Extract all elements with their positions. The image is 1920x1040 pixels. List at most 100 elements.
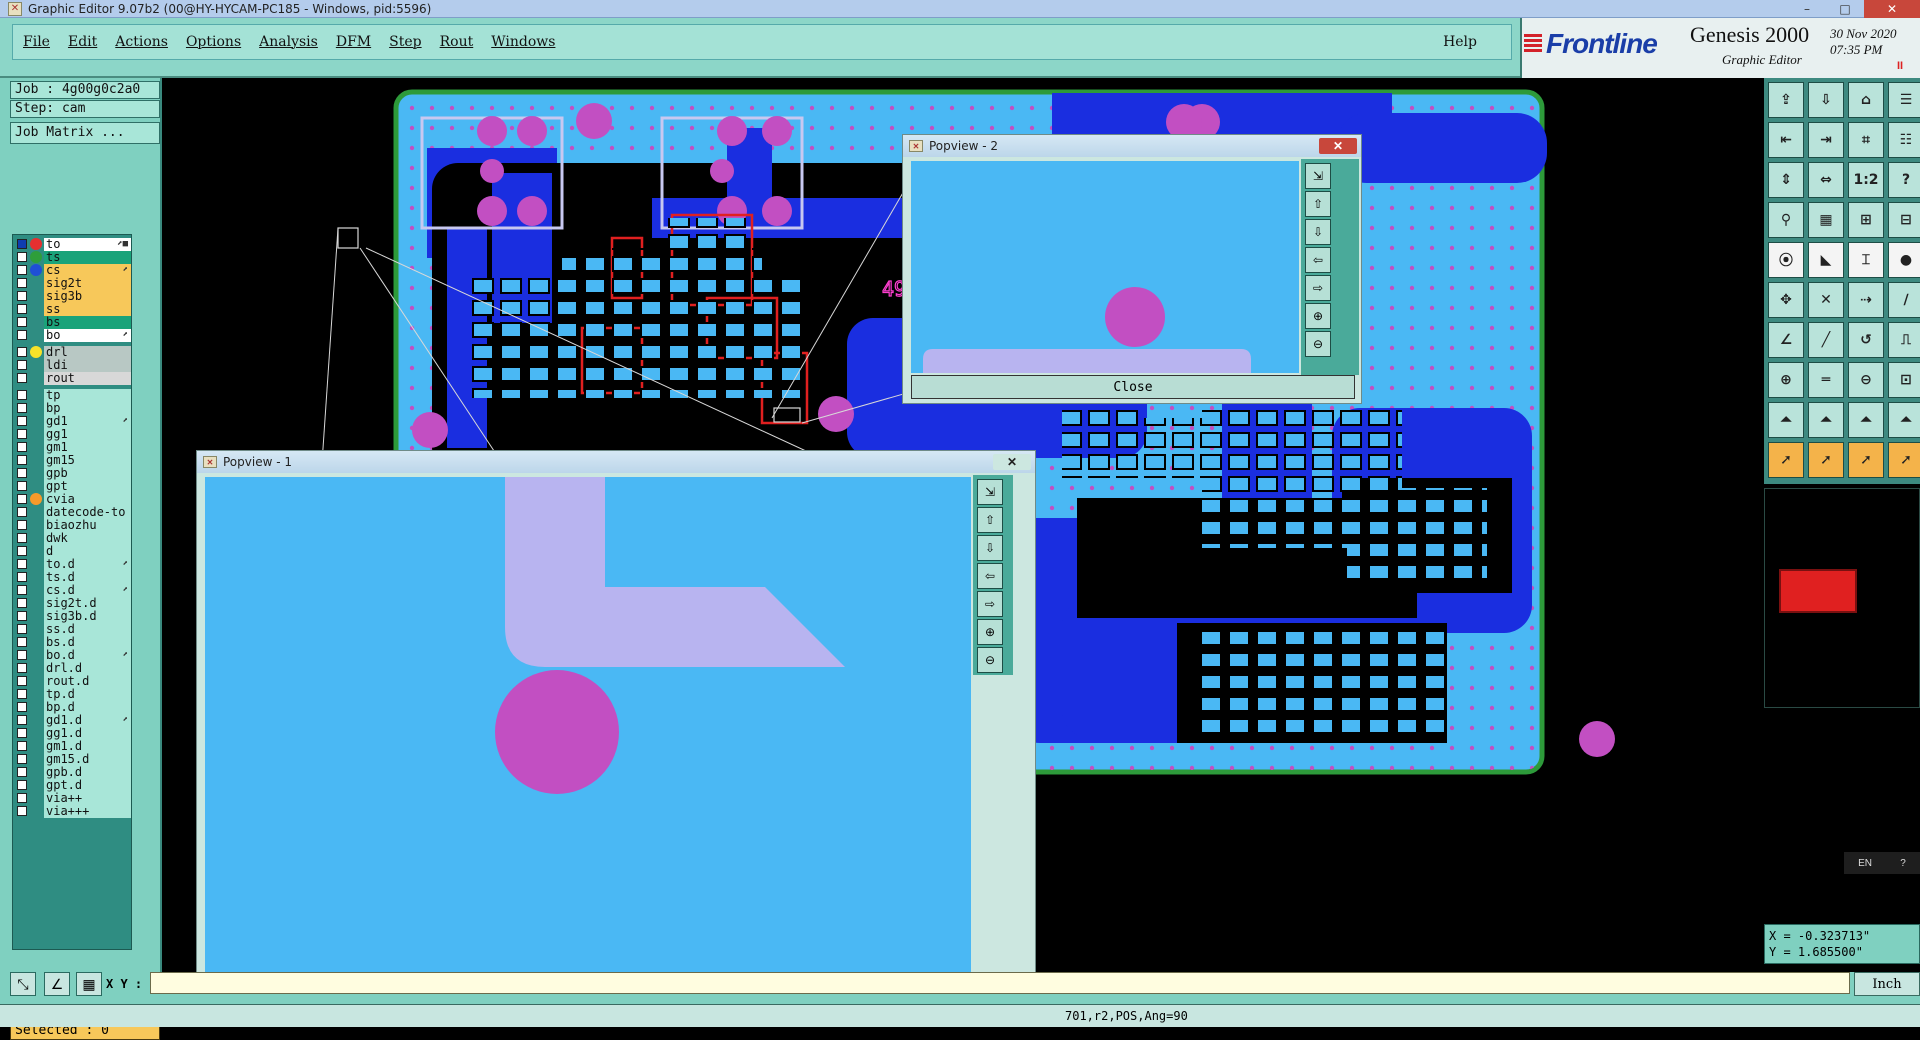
layer-checkbox[interactable]: [17, 416, 27, 426]
layer-color-dot[interactable]: [30, 727, 42, 739]
layer-color-dot[interactable]: [30, 238, 42, 250]
layer-color-dot[interactable]: [30, 753, 42, 765]
menu-edit[interactable]: Edit: [68, 34, 97, 50]
layer-row-biaozhu[interactable]: biaozhu: [15, 518, 131, 532]
tool-icon-33[interactable]: ⏶: [1768, 402, 1804, 438]
layer-checkbox[interactable]: [17, 715, 27, 725]
popview-1-pan-right-icon[interactable]: ⇨: [977, 591, 1003, 617]
job-matrix-button[interactable]: Job Matrix ...: [10, 122, 160, 144]
tool-icon-23[interactable]: ⇢: [1848, 282, 1884, 318]
layer-color-dot[interactable]: [30, 805, 42, 817]
layer-color-dot[interactable]: [30, 493, 42, 505]
layer-checkbox[interactable]: [17, 585, 27, 595]
tool-icon-6[interactable]: ⇥: [1808, 122, 1844, 158]
help-icon[interactable]: ?: [1900, 858, 1906, 869]
menu-options[interactable]: Options: [186, 34, 241, 50]
tool-icon-17[interactable]: ⦿: [1768, 242, 1804, 278]
tool-icon-30[interactable]: ═: [1808, 362, 1844, 398]
tool-icon-21[interactable]: ✥: [1768, 282, 1804, 318]
layer-color-dot[interactable]: [30, 571, 42, 583]
popview-1-close-icon[interactable]: ✕: [993, 454, 1031, 470]
layer-color-dot[interactable]: [30, 766, 42, 778]
layer-row-ts[interactable]: ts: [15, 250, 131, 264]
layer-color-dot[interactable]: [30, 675, 42, 687]
layer-checkbox[interactable]: [17, 741, 27, 751]
layer-checkbox[interactable]: [17, 637, 27, 647]
maximize-button[interactable]: □: [1826, 0, 1864, 18]
tool-icon-32[interactable]: ⊡: [1888, 362, 1920, 398]
layer-checkbox[interactable]: [17, 793, 27, 803]
menu-help[interactable]: Help: [1443, 34, 1477, 50]
xy-input[interactable]: [150, 972, 1850, 994]
layer-color-dot[interactable]: [30, 372, 42, 384]
tool-icon-34[interactable]: ⏶: [1808, 402, 1844, 438]
layer-checkbox[interactable]: [17, 429, 27, 439]
popview-2-titlebar[interactable]: ✕ Popview - 2 ✕: [903, 135, 1361, 157]
layer-checkbox[interactable]: [17, 481, 27, 491]
layer-color-dot[interactable]: [30, 264, 42, 276]
layer-checkbox[interactable]: [17, 304, 27, 314]
layer-checkbox[interactable]: [17, 624, 27, 634]
popview-1-zoom-out-icon[interactable]: ⊖: [977, 647, 1003, 673]
layer-checkbox[interactable]: [17, 533, 27, 543]
layer-color-dot[interactable]: [30, 277, 42, 289]
layer-checkbox[interactable]: [17, 611, 27, 621]
layer-color-dot[interactable]: [30, 428, 42, 440]
tool-icon-11[interactable]: 1:2: [1848, 162, 1884, 198]
layer-color-dot[interactable]: [30, 688, 42, 700]
menu-file[interactable]: File: [23, 34, 50, 50]
layer-checkbox[interactable]: [17, 598, 27, 608]
popview-1-zoom-in-icon[interactable]: ⊕: [977, 619, 1003, 645]
tool-icon-29[interactable]: ⊕: [1768, 362, 1804, 398]
layer-checkbox[interactable]: [17, 291, 27, 301]
layer-checkbox[interactable]: [17, 360, 27, 370]
layer-checkbox[interactable]: [17, 767, 27, 777]
layer-row-gm15[interactable]: gm15: [15, 453, 131, 467]
layer-color-dot[interactable]: [30, 519, 42, 531]
grid-icon[interactable]: ▦: [76, 972, 102, 996]
language-bar[interactable]: EN ?: [1844, 852, 1920, 874]
close-window-button[interactable]: ✕: [1864, 0, 1920, 18]
tool-icon-4[interactable]: ☰: [1888, 82, 1920, 118]
layer-color-dot[interactable]: [30, 441, 42, 453]
popview-1-pan-up-icon[interactable]: ⇧: [977, 507, 1003, 533]
angle-icon[interactable]: ∠: [44, 972, 70, 996]
popview-2-pan-down-icon[interactable]: ⇩: [1305, 219, 1331, 245]
layer-checkbox[interactable]: [17, 442, 27, 452]
layer-color-dot[interactable]: [30, 701, 42, 713]
tool-icon-7[interactable]: ⌗: [1848, 122, 1884, 158]
tool-icon-20[interactable]: ●: [1888, 242, 1920, 278]
layer-color-dot[interactable]: [30, 454, 42, 466]
layer-color-dot[interactable]: [30, 251, 42, 263]
layer-row-bs[interactable]: bs: [15, 315, 131, 329]
tool-icon-39[interactable]: ➚: [1848, 442, 1884, 478]
popview-1-pan-down-icon[interactable]: ⇩: [977, 535, 1003, 561]
layer-color-dot[interactable]: [30, 779, 42, 791]
tool-icon-25[interactable]: ∠: [1768, 322, 1804, 358]
menu-rout[interactable]: Rout: [440, 34, 474, 50]
layer-checkbox[interactable]: [17, 559, 27, 569]
layer-row-drl[interactable]: drl: [15, 345, 131, 359]
layer-checkbox[interactable]: [17, 347, 27, 357]
popview-2-zoom-out-icon[interactable]: ⊖: [1305, 331, 1331, 357]
layer-checkbox[interactable]: [17, 507, 27, 517]
layer-color-dot[interactable]: [30, 558, 42, 570]
tool-icon-28[interactable]: ⎍: [1888, 322, 1920, 358]
layer-checkbox[interactable]: [17, 676, 27, 686]
tool-icon-19[interactable]: ⌶: [1848, 242, 1884, 278]
popview-2-pan-left-icon[interactable]: ⇦: [1305, 247, 1331, 273]
layer-color-dot[interactable]: [30, 480, 42, 492]
tool-icon-38[interactable]: ➚: [1808, 442, 1844, 478]
layer-color-dot[interactable]: [30, 740, 42, 752]
layer-color-dot[interactable]: [30, 649, 42, 661]
layer-row-gg1[interactable]: gg1: [15, 427, 131, 441]
units-selector[interactable]: Inch: [1854, 972, 1920, 996]
popview-2-close-button[interactable]: Close: [911, 375, 1355, 399]
tool-icon-12[interactable]: ?: [1888, 162, 1920, 198]
layer-color-dot[interactable]: [30, 389, 42, 401]
layer-checkbox[interactable]: [17, 689, 27, 699]
popview-2-pan-up-icon[interactable]: ⇧: [1305, 191, 1331, 217]
popview-2-pan-right-icon[interactable]: ⇨: [1305, 275, 1331, 301]
layer-color-dot[interactable]: [30, 636, 42, 648]
layer-name[interactable]: bo ⬈: [44, 328, 131, 342]
